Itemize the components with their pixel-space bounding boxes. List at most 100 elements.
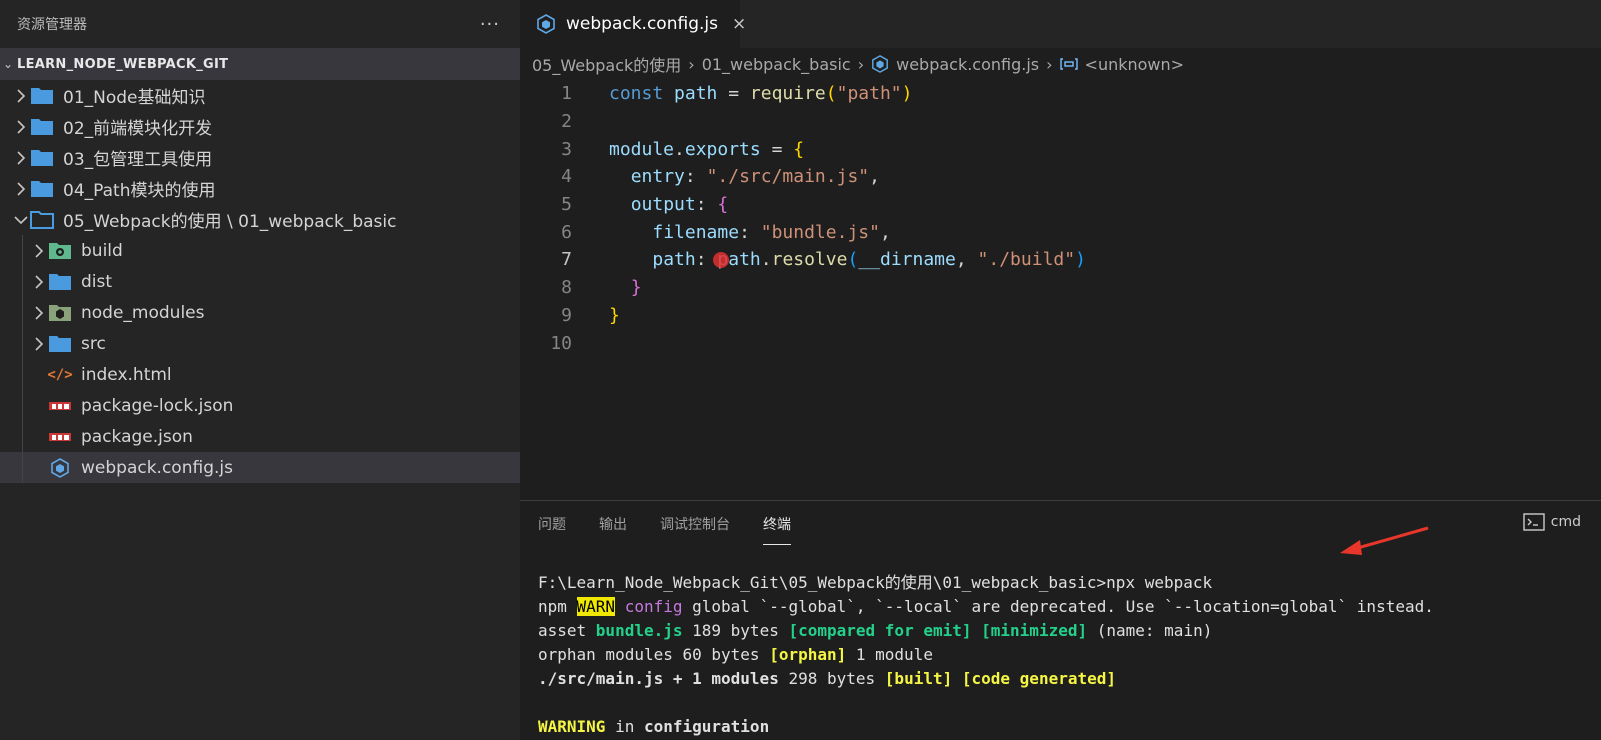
workspace-root[interactable]: ⌄ LEARN_NODE_WEBPACK_GIT (0, 48, 520, 80)
tab-label: webpack.config.js (566, 14, 718, 34)
chevron-right-icon (12, 150, 30, 165)
indent-guide (22, 452, 23, 483)
chevron-right-icon: › (1046, 54, 1053, 74)
explorer-header: 资源管理器 ··· (0, 0, 520, 48)
tree-item-label: 01_Node基础知识 (63, 88, 206, 108)
breadcrumb: 05_Webpack的使用 › 01_webpack_basic › webpa… (520, 48, 1601, 80)
code-line: 5 output: { (520, 191, 1601, 219)
tree-item-label: package.json (81, 426, 193, 447)
editor-tab-bar: webpack.config.js × (520, 0, 1601, 48)
code-text: const path = require("path") (609, 83, 913, 105)
tree-item-label: node_modules (81, 302, 205, 323)
tree-item-label: dist (81, 271, 113, 292)
chevron-down-icon (12, 215, 30, 225)
indent-guide (22, 328, 23, 359)
line-number: 10 (550, 332, 572, 354)
folder-04-path[interactable]: 04_Path模块的使用 (0, 173, 520, 204)
tab-output[interactable]: 输出 (599, 504, 627, 544)
breadcrumb-item[interactable]: <unknown> (1085, 55, 1185, 74)
tree-item-label: 02_前端模块化开发 (63, 119, 213, 139)
folder-open-icon (30, 210, 54, 230)
tab-problems[interactable]: 问题 (538, 504, 566, 544)
tab-debug-console[interactable]: 调试控制台 (660, 504, 730, 544)
code-line: 6 filename: "bundle.js", (520, 218, 1601, 246)
code-line: 4 entry: "./src/main.js", (520, 163, 1601, 191)
line-number: 1 (561, 83, 572, 105)
code-text: } (630, 277, 642, 299)
code-text: entry: "./src/main.js", (630, 166, 880, 188)
folder-src[interactable]: src (0, 328, 520, 359)
folder-03-package[interactable]: 03_包管理工具使用 (0, 142, 520, 173)
code-text: path: path.resolve(__dirname, "./build") (652, 249, 1086, 271)
bottom-panel: 问题 输出 调试控制台 终端 cmd F:\Learn_Node_Webpack… (520, 500, 1601, 740)
tree-item-label: 04_Path模块的使用 (63, 181, 216, 201)
more-actions-icon[interactable]: ··· (480, 14, 500, 35)
warn-badge: WARN (576, 597, 616, 616)
chevron-right-icon (30, 243, 48, 258)
code-line: 8 } (520, 274, 1601, 302)
breadcrumb-item[interactable]: 05_Webpack的使用 (532, 52, 681, 76)
file-index-html[interactable]: </> index.html (0, 359, 520, 390)
cursor-click-indicator (713, 252, 729, 269)
code-editor[interactable]: 1 const path = require("path") 2 3 modul… (520, 80, 1601, 357)
folder-05-webpack[interactable]: 05_Webpack的使用 \ 01_webpack_basic (0, 204, 520, 235)
folder-01-node[interactable]: 01_Node基础知识 (0, 80, 520, 111)
code-text: module.exports = { (609, 138, 805, 160)
line-number: 8 (561, 277, 572, 299)
folder-icon (30, 86, 54, 106)
folder-dist[interactable]: dist (0, 266, 520, 297)
terminal-output[interactable]: F:\Learn_Node_Webpack_Git\05_Webpack的使用\… (538, 571, 1434, 739)
folder-02-modular[interactable]: 02_前端模块化开发 (0, 111, 520, 142)
code-line: 3 module.exports = { (520, 135, 1601, 163)
file-package-json[interactable]: package.json (0, 421, 520, 452)
tree-item-label: index.html (81, 364, 172, 385)
code-line: 2 (520, 108, 1601, 136)
folder-icon (48, 334, 72, 354)
folder-icon (48, 272, 72, 292)
line-number: 4 (561, 166, 572, 188)
indent-guide (22, 359, 23, 390)
close-icon[interactable]: × (732, 14, 746, 34)
webpack-icon (871, 55, 889, 73)
explorer-title: 资源管理器 (17, 17, 87, 33)
terminal-icon (1523, 513, 1545, 531)
file-tree: 01_Node基础知识 02_前端模块化开发 03_包管理工具使用 04_Pat… (0, 80, 520, 483)
folder-icon (30, 148, 54, 168)
breadcrumb-item[interactable]: 01_webpack_basic (702, 55, 851, 74)
line-number: 2 (561, 111, 572, 133)
chevron-right-icon (12, 88, 30, 103)
chevron-right-icon: › (857, 54, 865, 74)
tree-item-label: 03_包管理工具使用 (63, 150, 213, 170)
workspace-root-label: LEARN_NODE_WEBPACK_GIT (17, 56, 229, 72)
folder-build[interactable]: build (0, 235, 520, 266)
breadcrumb-item[interactable]: webpack.config.js (896, 55, 1039, 74)
code-line: 10 (520, 329, 1601, 357)
file-package-lock-json[interactable]: package-lock.json (0, 390, 520, 421)
webpack-icon (536, 14, 556, 34)
tree-item-label: 05_Webpack的使用 \ 01_webpack_basic (63, 212, 397, 232)
folder-icon (30, 117, 54, 137)
indent-guide (22, 297, 23, 328)
chevron-right-icon: › (688, 54, 695, 74)
red-arrow-annotation (1340, 526, 1429, 555)
chevron-down-icon: ⌄ (3, 57, 14, 71)
folder-node-modules[interactable]: node_modules (0, 297, 520, 328)
tab-terminal[interactable]: 终端 (763, 504, 791, 545)
code-text: } (609, 304, 620, 326)
line-number: 3 (561, 138, 572, 160)
line-number: 7 (561, 249, 572, 271)
indent-guide (22, 390, 23, 421)
code-line: 9 } (520, 302, 1601, 330)
npm-file-icon (48, 427, 72, 447)
code-line: 1 const path = require("path") (520, 80, 1601, 108)
tree-item-label: src (81, 333, 106, 354)
webpack-icon (48, 457, 72, 478)
file-webpack-config-js[interactable]: webpack.config.js (0, 452, 520, 483)
terminal-selector[interactable]: cmd (1523, 513, 1581, 531)
tree-item-label: package-lock.json (81, 395, 234, 416)
indent-guide (22, 421, 23, 452)
tab-webpack-config[interactable]: webpack.config.js × (520, 0, 746, 48)
explorer-sidebar: 资源管理器 ··· ⌄ LEARN_NODE_WEBPACK_GIT 01_No… (0, 0, 520, 740)
tree-item-label: webpack.config.js (81, 457, 233, 478)
build-folder-icon (48, 241, 72, 261)
